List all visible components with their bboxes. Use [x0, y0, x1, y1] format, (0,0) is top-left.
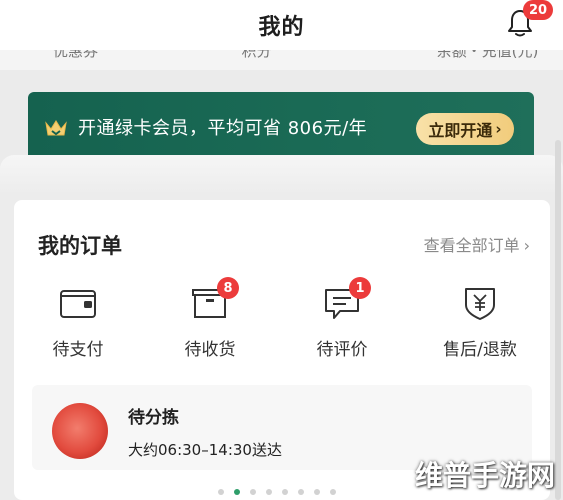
chevron-right-icon: ›: [523, 236, 530, 255]
watermark: 维普手游网: [414, 459, 555, 492]
status-label: 待支付: [52, 340, 104, 360]
account-stats: 优惠券 积分 余额・充值(元): [0, 50, 563, 70]
status-label: 售后/退款: [443, 340, 517, 360]
order-status-to-receive[interactable]: 8 待收货: [150, 277, 270, 360]
chevron-right-icon: ›: [495, 120, 502, 138]
activate-vip-label: 立即开通: [428, 121, 493, 140]
delivery-time: 大约06:30–14:30送达: [128, 441, 282, 459]
page-dot[interactable]: [218, 489, 224, 495]
notification-badge: 20: [523, 0, 553, 20]
status-label: 待收货: [184, 340, 236, 360]
order-status-to-review[interactable]: 1 待评价: [282, 277, 402, 360]
order-status-unpaid[interactable]: 待支付: [18, 285, 138, 360]
page-dot[interactable]: [314, 489, 320, 495]
view-all-orders-link[interactable]: 查看全部订单 ›: [424, 232, 530, 256]
page-dot[interactable]: [266, 489, 272, 495]
refund-icon: [465, 288, 495, 320]
view-all-orders-label: 查看全部订单: [423, 236, 520, 255]
stat-points[interactable]: 积分: [181, 50, 332, 61]
crown-icon: [45, 120, 67, 136]
count-badge: 1: [349, 277, 371, 299]
sheet-edge: [0, 155, 563, 195]
scrollbar[interactable]: [555, 140, 561, 500]
notification-button[interactable]: 20: [507, 0, 553, 38]
pagination-dots: [218, 489, 336, 495]
order-status-refund[interactable]: 售后/退款: [420, 285, 540, 360]
page-dot[interactable]: [282, 489, 288, 495]
activate-vip-button[interactable]: 立即开通 ›: [416, 113, 514, 145]
stat-balance[interactable]: 余额・充值(元): [332, 50, 563, 61]
orders-title: 我的订单: [38, 234, 122, 258]
page-dot[interactable]: [330, 489, 336, 495]
pending-order-status: 待分拣: [128, 408, 179, 428]
wallet-icon: [60, 290, 96, 318]
page-title: 我的: [258, 15, 305, 40]
vip-promo-text: 开通绿卡会员，平均可省 806元/年: [78, 118, 368, 139]
stat-coupons[interactable]: 优惠券: [0, 50, 181, 61]
page-dot-active[interactable]: [234, 489, 240, 495]
product-thumbnail: [52, 403, 108, 459]
page-dot[interactable]: [298, 489, 304, 495]
count-badge: 8: [217, 277, 239, 299]
status-label: 待评价: [316, 340, 368, 360]
page-dot[interactable]: [250, 489, 256, 495]
top-bar: 我的 20: [0, 0, 563, 50]
